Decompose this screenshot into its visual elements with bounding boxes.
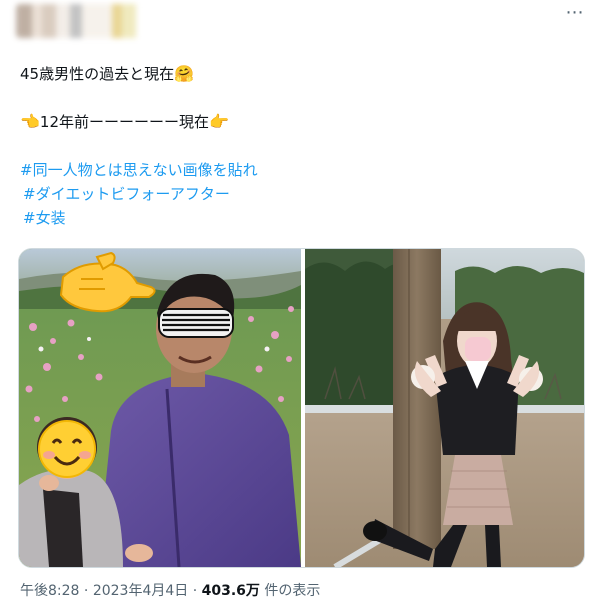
blurred-author-info[interactable]	[16, 4, 146, 38]
tweet-media	[18, 248, 585, 568]
views-label: 件の表示	[259, 583, 321, 599]
hashtag-link[interactable]: #同一人物とは思えない画像を貼れ	[20, 158, 580, 182]
tweet: ⋯ 45歳男性の過去と現在🤗 👈12年前ーーーーーー現在👉 #同一人物とは思えな…	[0, 0, 598, 603]
smiley-face-sticker	[38, 420, 96, 478]
pointing-right-hand-emoji-icon: 👉	[209, 112, 229, 131]
tweet-date[interactable]: 2023年4月4日	[93, 583, 188, 599]
separator: ·	[79, 583, 93, 599]
tweet-line-2: 👈12年前ーーーーーー現在👉	[20, 110, 580, 134]
tweet-title-text: 45歳男性の過去と現在	[20, 65, 175, 83]
separator: ·	[188, 583, 202, 599]
views-count[interactable]: 403.6万	[202, 583, 260, 599]
tweet-line-1: 45歳男性の過去と現在🤗	[20, 62, 580, 86]
tweet-header: ⋯	[0, 0, 598, 44]
hugging-face-emoji-icon: 🤗	[174, 64, 195, 83]
tweet-time[interactable]: 午後8:28	[20, 583, 79, 599]
shutter-glasses-sticker	[158, 308, 234, 338]
more-options-icon[interactable]: ⋯	[560, 2, 588, 23]
tweet-text: 45歳男性の過去と現在🤗 👈12年前ーーーーーー現在👉 #同一人物とは思えない画…	[20, 62, 580, 230]
pointing-left-hand-emoji-icon: 👈	[20, 112, 40, 131]
hashtag-link[interactable]: #女装	[20, 206, 580, 230]
hashtag-link[interactable]: #ダイエットビフォーアフター	[20, 182, 580, 206]
tweet-footer: 午後8:28 · 2023年4月4日 · 403.6万 件の表示	[20, 580, 320, 600]
before-photo[interactable]	[19, 249, 301, 567]
timeline-text: 12年前ーーーーーー現在	[39, 113, 210, 131]
after-photo[interactable]	[305, 249, 584, 567]
